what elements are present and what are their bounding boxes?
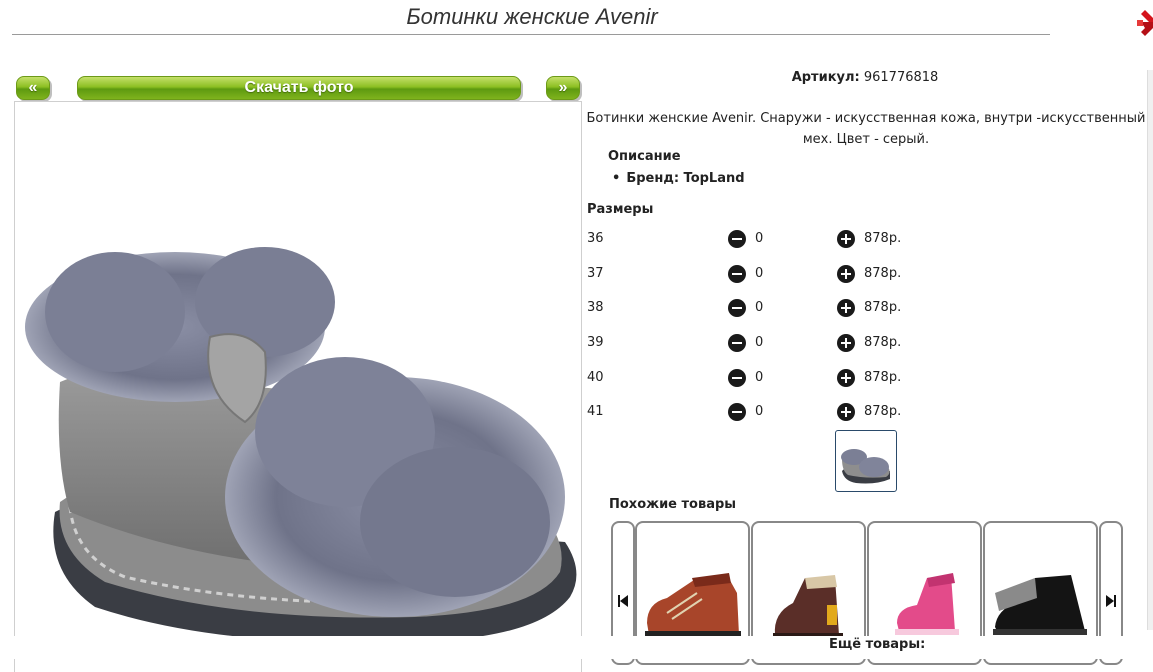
size-label: 37 [587, 266, 604, 281]
size-price: 878р. [864, 266, 902, 281]
size-price: 878р. [864, 404, 902, 419]
size-row: 40 0 878р. [587, 369, 1007, 389]
size-quantity: 0 [755, 266, 764, 281]
skip-next-icon [1106, 595, 1116, 610]
plus-circle-icon[interactable] [837, 369, 855, 387]
size-row: 38 0 878р. [587, 299, 1007, 319]
photo-thumbnail[interactable] [835, 430, 897, 492]
size-label: 38 [587, 300, 604, 315]
size-quantity: 0 [755, 300, 764, 315]
similar-heading: Похожие товары [609, 497, 737, 512]
more-products-label: Ещё товары: [829, 637, 926, 652]
plus-circle-icon[interactable] [837, 334, 855, 352]
minus-circle-icon[interactable] [728, 403, 746, 421]
brand-item: Бренд: TopLand [612, 171, 744, 186]
download-photo-button[interactable]: Скачать фото [77, 76, 521, 100]
size-label: 40 [587, 370, 604, 385]
article-line: Артикул: 961776818 [585, 70, 1145, 85]
plus-circle-icon[interactable] [837, 265, 855, 283]
product-description: Ботинки женские Avenir. Снаружи - искусс… [586, 111, 1146, 147]
prev-photo-button[interactable]: « [16, 76, 50, 100]
size-quantity: 0 [755, 370, 764, 385]
more-products-bar: Ещё товары: [0, 636, 1153, 659]
page-title: Ботинки женские Avenir [406, 4, 658, 29]
plus-circle-icon[interactable] [837, 403, 855, 421]
sizes-heading: Размеры [587, 202, 654, 217]
minus-circle-icon[interactable] [728, 230, 746, 248]
next-photo-button[interactable]: » [546, 76, 580, 100]
size-row: 36 0 878р. [587, 230, 1007, 250]
close-icon[interactable] [1135, 8, 1153, 38]
plus-circle-icon[interactable] [837, 299, 855, 317]
size-row: 37 0 878р. [587, 265, 1007, 285]
product-photo [14, 101, 582, 672]
article-label: Артикул: [791, 70, 860, 85]
size-quantity: 0 [755, 231, 764, 246]
skip-prev-icon [618, 595, 628, 610]
size-price: 878р. [864, 231, 902, 246]
minus-circle-icon[interactable] [728, 265, 746, 283]
size-price: 878р. [864, 300, 902, 315]
minus-circle-icon[interactable] [728, 334, 746, 352]
size-price: 878р. [864, 335, 902, 350]
size-quantity: 0 [755, 404, 764, 419]
plus-circle-icon[interactable] [837, 230, 855, 248]
size-price: 878р. [864, 370, 902, 385]
minus-circle-icon[interactable] [728, 299, 746, 317]
title-divider [12, 34, 1050, 35]
minus-circle-icon[interactable] [728, 369, 746, 387]
scrollbar[interactable] [1147, 70, 1153, 630]
description-heading: Описание [608, 149, 681, 164]
size-label: 41 [587, 404, 604, 419]
size-row: 41 0 878р. [587, 403, 1007, 423]
size-label: 39 [587, 335, 604, 350]
size-label: 36 [587, 231, 604, 246]
size-row: 39 0 878р. [587, 334, 1007, 354]
size-quantity: 0 [755, 335, 764, 350]
article-value: 961776818 [863, 70, 939, 85]
